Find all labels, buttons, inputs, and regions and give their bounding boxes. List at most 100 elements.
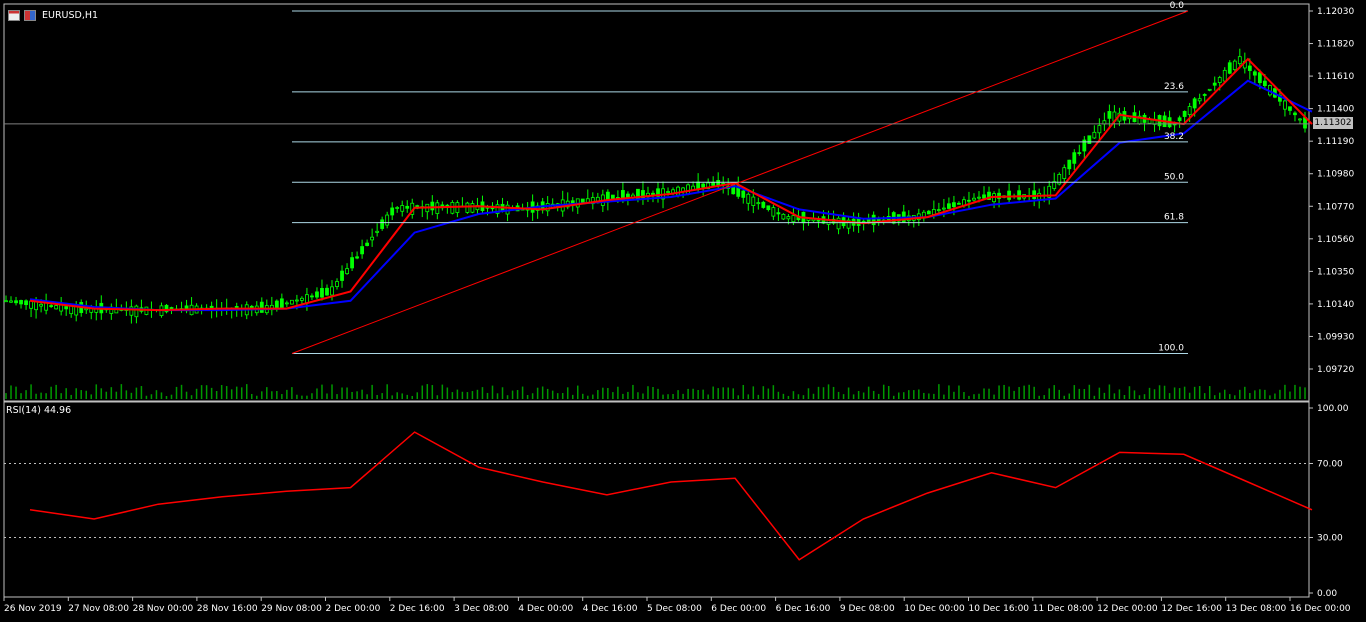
price-panel-frame — [3, 3, 1310, 402]
candle-body — [49, 305, 54, 307]
x-tick-label: 29 Nov 08:00 — [261, 604, 322, 614]
candle-body — [1032, 190, 1037, 200]
fib-level-label: 0.0 — [1170, 1, 1185, 11]
x-tick-label: 5 Dec 08:00 — [647, 604, 702, 614]
candle-body — [977, 196, 981, 199]
price-tick-label: 1.11610 — [1317, 72, 1354, 82]
candle-body — [947, 203, 951, 209]
candle-body — [1072, 152, 1077, 164]
candle-body — [345, 268, 349, 275]
x-tick-label: 2 Dec 16:00 — [390, 604, 445, 614]
rsi-tick-label: 0.00 — [1317, 589, 1337, 599]
candle-body — [390, 207, 395, 216]
candle-body — [716, 180, 721, 186]
candle-body — [776, 212, 781, 215]
x-tick-label: 4 Dec 00:00 — [518, 604, 573, 614]
current-price-tag: 1.11302 — [1313, 117, 1353, 129]
fib-level-label: 50.0 — [1164, 172, 1184, 182]
candle-body — [1252, 71, 1257, 76]
price-tick-label: 1.11400 — [1317, 105, 1354, 115]
candle-body — [289, 299, 294, 305]
x-tick-label: 6 Dec 16:00 — [776, 604, 831, 614]
candle-body — [936, 209, 941, 212]
candle-body — [952, 202, 956, 208]
candle-body — [370, 236, 375, 241]
x-tick-label: 10 Dec 16:00 — [969, 604, 1030, 614]
candle-body — [786, 216, 791, 220]
x-tick-label: 28 Nov 16:00 — [197, 604, 258, 614]
x-tick-label: 28 Nov 00:00 — [133, 604, 194, 614]
candle-body — [284, 302, 289, 305]
candle-body — [1212, 82, 1217, 86]
candle-body — [340, 270, 344, 281]
candle-body — [580, 198, 585, 203]
candle-body — [816, 219, 821, 222]
price-tick-label: 1.10140 — [1317, 300, 1354, 310]
x-tick-label: 3 Dec 08:00 — [454, 604, 509, 614]
candle-body — [1062, 167, 1067, 179]
candle-body — [1192, 98, 1197, 109]
candle-body — [1257, 72, 1262, 84]
candle-body — [651, 192, 655, 196]
candle-body — [1202, 94, 1207, 96]
candle-body — [957, 202, 961, 205]
x-tick-label: 4 Dec 16:00 — [583, 604, 638, 614]
candle-body — [941, 207, 946, 210]
candle-body — [430, 201, 435, 211]
candle-body — [791, 215, 796, 223]
x-tick-label: 12 Dec 16:00 — [1161, 604, 1222, 614]
price-tick-label: 1.09720 — [1317, 365, 1354, 375]
candle-body — [756, 202, 761, 205]
candle-body — [274, 300, 279, 309]
candle-body — [1087, 135, 1092, 144]
candle-body — [24, 300, 28, 306]
price-tick-label: 1.12030 — [1317, 7, 1354, 17]
candle-body — [1077, 152, 1082, 154]
candle-body — [355, 256, 359, 259]
candle-body — [335, 281, 339, 287]
candle-body — [982, 194, 986, 199]
x-tick-label: 10 Dec 00:00 — [904, 604, 965, 614]
candle-body — [1247, 65, 1252, 71]
x-tick-label: 9 Dec 08:00 — [840, 604, 895, 614]
candle-body — [64, 306, 69, 310]
candle-body — [39, 303, 44, 307]
candle-body — [751, 196, 756, 206]
candle-body — [134, 305, 139, 318]
candle-body — [315, 291, 319, 298]
candle-body — [14, 300, 18, 304]
candle-body — [310, 295, 314, 298]
candle-body — [1187, 106, 1192, 116]
price-tick-label: 1.10980 — [1317, 170, 1354, 180]
chart-title-bar: EURUSD,H1 — [8, 8, 98, 22]
candle-body — [59, 304, 64, 312]
candle-body — [1197, 98, 1202, 102]
candle-body — [1232, 60, 1237, 71]
price-tick-label: 1.09930 — [1317, 332, 1354, 342]
candles-group — [4, 48, 1307, 399]
candle-body — [1182, 110, 1187, 117]
candle-body — [1207, 88, 1212, 91]
candle-body — [1262, 80, 1267, 86]
x-tick-label: 11 Dec 08:00 — [1033, 604, 1094, 614]
candle-body — [44, 302, 49, 311]
candle-body — [1288, 106, 1292, 111]
price-tick-label: 1.10770 — [1317, 202, 1354, 212]
candle-body — [746, 193, 751, 204]
candle-body — [1217, 77, 1222, 83]
rsi-tick-label: 70.00 — [1317, 460, 1343, 470]
rsi-line — [29, 431, 1313, 561]
price-tick-label: 1.11820 — [1317, 40, 1354, 50]
candle-body — [279, 298, 284, 309]
candle-body — [395, 207, 400, 209]
rsi-label: RSI(14) 44.96 — [6, 405, 72, 416]
candle-body — [761, 201, 766, 208]
fib-level-label: 100.0 — [1158, 344, 1184, 354]
ma-fast-line — [29, 57, 1313, 312]
candle-body — [1097, 125, 1102, 134]
candle-body — [1293, 112, 1297, 116]
candle-body — [1092, 131, 1097, 139]
candle-body — [1283, 100, 1287, 110]
candle-body — [360, 246, 364, 255]
chart-canvas: 1.12030 1.11820 1.11610 1.11400 1.11190 1.109… — [3, 1, 1354, 614]
